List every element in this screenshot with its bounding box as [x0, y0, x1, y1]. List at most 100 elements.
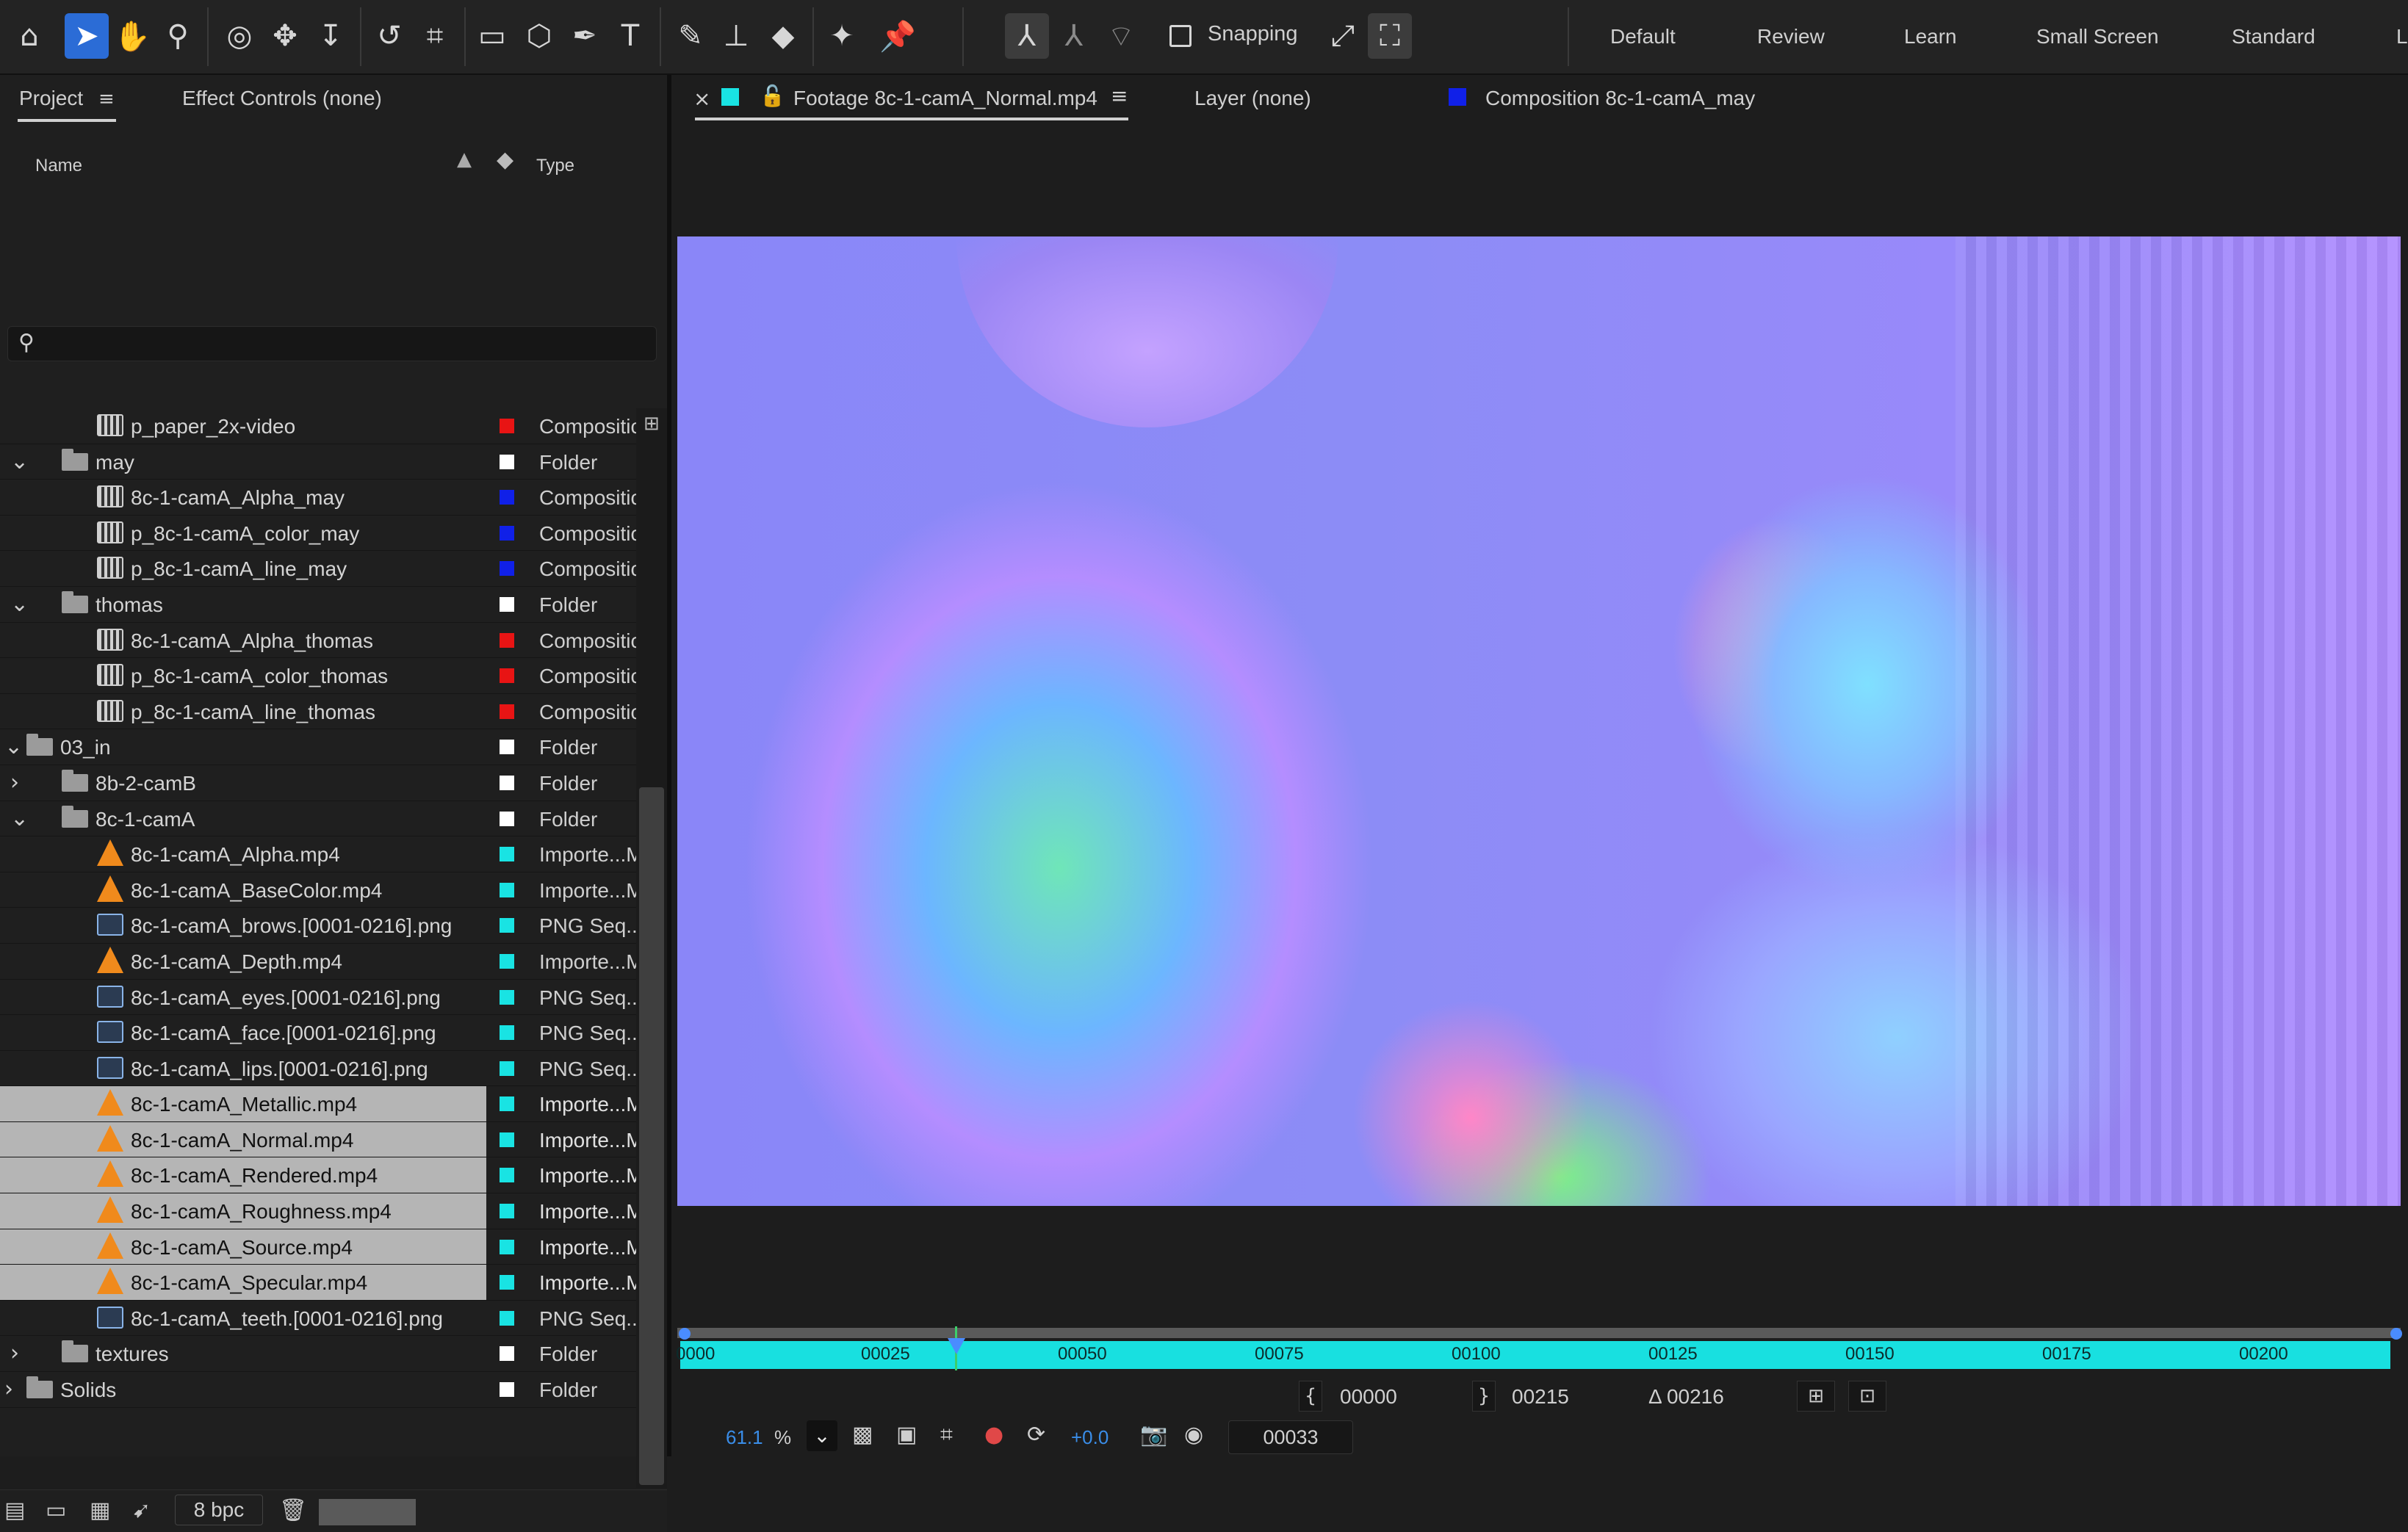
- project-item-row[interactable]: ⌄ thomas Folder: [0, 587, 636, 623]
- lock-icon[interactable]: 🔓: [760, 84, 785, 108]
- project-item-row[interactable]: › 8b-2-camB Folder: [0, 765, 636, 801]
- flowchart-icon[interactable]: ⊞: [644, 413, 660, 435]
- region-of-interest-icon[interactable]: ▣: [896, 1422, 917, 1448]
- snap-edge-icon[interactable]: ⤢: [1321, 13, 1365, 59]
- new-folder-icon[interactable]: ▭: [46, 1497, 66, 1523]
- chevron-down-icon[interactable]: ⌄: [4, 734, 23, 759]
- project-item-row[interactable]: p_8c-1-camA_line_may Compositic: [0, 551, 636, 587]
- label-color-swatch[interactable]: [500, 1025, 514, 1041]
- project-item-row[interactable]: 8c-1-camA_eyes.[0001-0216].png PNG Seq...…: [0, 980, 636, 1016]
- project-item-row[interactable]: ⌄ 03_in Folder: [0, 729, 636, 765]
- label-color-swatch[interactable]: [500, 775, 514, 790]
- viewer-menu-icon[interactable]: ≡: [1111, 84, 1128, 108]
- project-item-row[interactable]: › textures Folder: [0, 1336, 636, 1373]
- close-tab-icon[interactable]: ×: [693, 87, 710, 111]
- label-color-swatch[interactable]: [500, 525, 514, 541]
- pan-behind-tool-icon[interactable]: ⌗: [413, 13, 457, 59]
- label-color-swatch[interactable]: [500, 632, 514, 648]
- label-color-swatch[interactable]: [500, 1239, 514, 1254]
- project-item-row[interactable]: 8c-1-camA_brows.[0001-0216].png PNG Seq..…: [0, 908, 636, 944]
- snapshot-camera-icon[interactable]: 📷: [1140, 1422, 1167, 1448]
- scrollbar-thumb[interactable]: [639, 787, 664, 1485]
- puppet-pin-icon[interactable]: 📌: [876, 13, 920, 59]
- workspace-small-screen[interactable]: Small Screen: [2036, 25, 2159, 48]
- project-item-row[interactable]: 8c-1-camA_Roughness.mp4 Importe...M: [0, 1193, 636, 1229]
- label-color-swatch[interactable]: [500, 561, 514, 577]
- timeline-ruler[interactable]: [680, 1341, 2390, 1369]
- view-axis-icon[interactable]: ⌔: [1099, 13, 1143, 59]
- tab-composition[interactable]: Composition 8c-1-camA_may: [1485, 87, 1755, 110]
- set-out-point-button[interactable]: }: [1472, 1381, 1496, 1412]
- project-item-row[interactable]: ⌄ may Folder: [0, 444, 636, 480]
- project-item-row[interactable]: 8c-1-camA_Alpha.mp4 Importe...M: [0, 837, 636, 872]
- tab-project[interactable]: Project: [19, 87, 83, 110]
- shape-3d-icon[interactable]: ⬡: [517, 13, 561, 59]
- label-color-swatch[interactable]: [500, 596, 514, 612]
- world-axis-icon[interactable]: ⅄: [1052, 13, 1096, 59]
- workspace-standard[interactable]: Standard: [2232, 25, 2315, 48]
- eraser-tool-icon[interactable]: ◆: [761, 13, 805, 59]
- project-item-row[interactable]: 8c-1-camA_BaseColor.mp4 Importe...M: [0, 872, 636, 908]
- label-color-swatch[interactable]: [500, 704, 514, 719]
- reset-exposure-icon[interactable]: ⟳: [1027, 1422, 1045, 1448]
- selection-tool-icon[interactable]: ➤: [65, 13, 109, 59]
- column-header-name[interactable]: Name: [35, 156, 82, 176]
- interpret-footage-icon[interactable]: ▤: [4, 1497, 25, 1523]
- transparency-grid-icon[interactable]: ▩: [852, 1422, 873, 1448]
- label-color-swatch[interactable]: [500, 1132, 514, 1147]
- tab-effect-controls[interactable]: Effect Controls (none): [182, 87, 382, 110]
- time-navigator-end-handle[interactable]: [2390, 1328, 2402, 1340]
- type-tool-icon[interactable]: T: [608, 13, 652, 59]
- pan-tool-icon[interactable]: ✥: [263, 13, 307, 59]
- label-color-swatch[interactable]: [500, 1310, 514, 1326]
- workspace-learn[interactable]: Learn: [1904, 25, 1957, 48]
- workspace-default[interactable]: Default: [1610, 25, 1676, 48]
- project-item-row[interactable]: 8c-1-camA_Depth.mp4 Importe...M: [0, 944, 636, 980]
- label-color-swatch[interactable]: [500, 882, 514, 897]
- chevron-right-icon[interactable]: ›: [4, 1376, 13, 1402]
- zoom-tool-icon[interactable]: ⚲: [156, 13, 200, 59]
- project-item-row[interactable]: 8c-1-camA_Specular.mp4 Importe...M: [0, 1265, 636, 1301]
- sort-ascending-icon[interactable]: ▲: [457, 148, 472, 170]
- label-color-swatch[interactable]: [500, 1096, 514, 1112]
- channel-icon[interactable]: ●: [984, 1422, 1003, 1448]
- overlay-edit-icon[interactable]: ⊡: [1848, 1381, 1886, 1412]
- brush-tool-icon[interactable]: ✎: [668, 13, 713, 59]
- project-item-row[interactable]: 8c-1-camA_Source.mp4 Importe...M: [0, 1229, 636, 1265]
- label-color-swatch[interactable]: [500, 668, 514, 684]
- trash-icon[interactable]: 🗑: [279, 1497, 307, 1523]
- project-item-row[interactable]: 8c-1-camA_Alpha_may Compositic: [0, 480, 636, 516]
- chevron-down-icon[interactable]: ⌄: [10, 806, 29, 831]
- project-item-row[interactable]: 8c-1-camA_face.[0001-0216].png PNG Seq...…: [0, 1015, 636, 1051]
- label-tag-icon[interactable]: ◆: [497, 147, 513, 173]
- label-color-swatch[interactable]: [500, 989, 514, 1005]
- project-item-row[interactable]: 8c-1-camA_lips.[0001-0216].png PNG Seq...…: [0, 1051, 636, 1087]
- orbit-tool-icon[interactable]: ◎: [217, 13, 262, 59]
- chevron-down-icon[interactable]: ⌄: [10, 449, 29, 474]
- label-color-swatch[interactable]: [500, 1275, 514, 1290]
- thumbnail-size-slider[interactable]: [319, 1499, 416, 1525]
- time-navigator-start-handle[interactable]: [679, 1328, 691, 1340]
- project-item-row[interactable]: 8c-1-camA_teeth.[0001-0216].png PNG Seq..…: [0, 1301, 636, 1337]
- label-color-swatch[interactable]: [500, 1168, 514, 1183]
- footage-preview-image[interactable]: [677, 236, 2401, 1206]
- label-color-swatch[interactable]: [500, 454, 514, 469]
- column-header-type[interactable]: Type: [536, 156, 574, 176]
- panel-divider[interactable]: [667, 75, 671, 1456]
- local-axis-icon[interactable]: ⅄: [1005, 13, 1049, 59]
- workspace-library[interactable]: Li: [2396, 25, 2408, 48]
- project-item-row[interactable]: › Solids Folder: [0, 1372, 636, 1408]
- label-color-swatch[interactable]: [500, 490, 514, 505]
- tab-layer[interactable]: Layer (none): [1194, 87, 1311, 110]
- set-in-point-button[interactable]: {: [1299, 1381, 1322, 1412]
- roto-brush-icon[interactable]: ✦: [820, 13, 864, 59]
- playhead[interactable]: [948, 1338, 965, 1354]
- project-item-row[interactable]: p_8c-1-camA_color_may Compositic: [0, 516, 636, 552]
- label-color-swatch[interactable]: [500, 1382, 514, 1398]
- chevron-right-icon[interactable]: ›: [10, 770, 19, 795]
- workspace-review[interactable]: Review: [1757, 25, 1825, 48]
- current-time-field[interactable]: 00033: [1228, 1420, 1353, 1454]
- time-navigator-bar[interactable]: [677, 1328, 2401, 1338]
- home-icon[interactable]: ⌂: [7, 13, 51, 59]
- guides-icon[interactable]: ⌗: [940, 1422, 953, 1448]
